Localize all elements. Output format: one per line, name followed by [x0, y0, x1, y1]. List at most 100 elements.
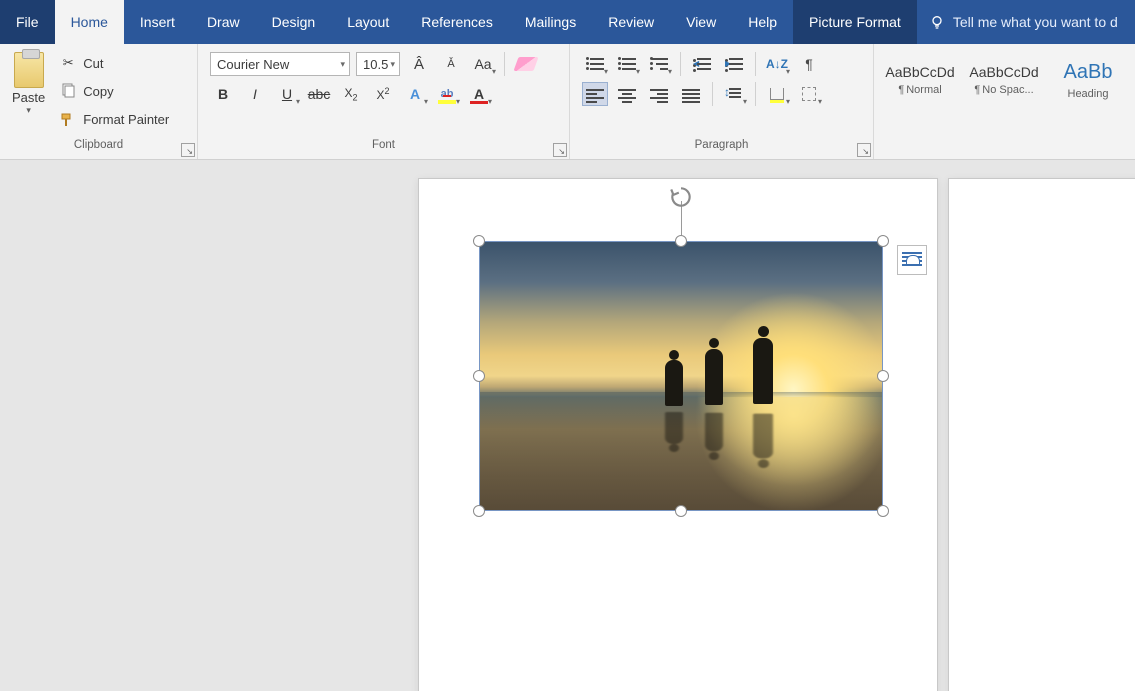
- copy-label: Copy: [83, 84, 113, 99]
- clear-formatting-button[interactable]: [513, 52, 539, 76]
- group-clipboard: Paste ▾ ✂ Cut Copy Form: [0, 44, 198, 159]
- paintbrush-icon: [59, 111, 77, 129]
- style-no-spacing[interactable]: AaBbCcDd ¶No Spac...: [964, 48, 1044, 112]
- font-name-combo[interactable]: Courier New ▾: [210, 52, 350, 76]
- chevron-down-icon: ▾: [340, 59, 345, 70]
- multilevel-list-button[interactable]: [646, 52, 672, 76]
- paint-bucket-icon: [770, 88, 784, 100]
- style-preview: AaBbCcDd: [885, 64, 954, 80]
- resize-handle-br[interactable]: [877, 505, 889, 517]
- align-right-button[interactable]: [646, 82, 672, 106]
- paste-button[interactable]: Paste ▾: [6, 48, 51, 135]
- justify-button[interactable]: [678, 82, 704, 106]
- group-label-font: Font: [198, 139, 569, 159]
- tab-home[interactable]: Home: [55, 0, 124, 44]
- chevron-down-icon: ▾: [390, 59, 395, 70]
- cut-button[interactable]: ✂ Cut: [55, 52, 173, 74]
- numbering-button[interactable]: [614, 52, 640, 76]
- document-canvas[interactable]: [0, 160, 1135, 691]
- highlight-button[interactable]: ab: [434, 82, 460, 106]
- font-size-value: 10.5: [363, 57, 388, 72]
- separator: [755, 82, 756, 106]
- resize-handle-b[interactable]: [675, 505, 687, 517]
- tab-layout[interactable]: Layout: [331, 0, 405, 44]
- copy-button[interactable]: Copy: [55, 80, 173, 102]
- align-center-button[interactable]: [614, 82, 640, 106]
- style-preview: AaBb: [1064, 61, 1113, 84]
- resize-handle-r[interactable]: [877, 370, 889, 382]
- sort-button[interactable]: A↓Z: [764, 52, 790, 76]
- clipboard-dialog-launcher[interactable]: ↘: [181, 143, 195, 157]
- style-normal[interactable]: AaBbCcDd ¶Normal: [880, 48, 960, 112]
- text-effects-button[interactable]: A: [402, 82, 428, 106]
- selected-picture[interactable]: [479, 241, 883, 511]
- increase-indent-button[interactable]: [721, 52, 747, 76]
- style-name: ¶Normal: [898, 84, 941, 96]
- group-label-paragraph: Paragraph: [570, 139, 873, 159]
- change-case-button[interactable]: Aa: [470, 52, 496, 76]
- font-color-button[interactable]: A: [466, 82, 492, 106]
- eraser-icon: [513, 57, 538, 71]
- grow-font-button[interactable]: Â: [406, 52, 432, 76]
- resize-handle-tr[interactable]: [877, 235, 889, 247]
- separator: [712, 82, 713, 106]
- separator: [504, 52, 505, 76]
- decrease-indent-button[interactable]: [689, 52, 715, 76]
- format-painter-button[interactable]: Format Painter: [55, 109, 173, 131]
- group-label-clipboard: Clipboard: [0, 139, 197, 159]
- style-preview: AaBbCcDd: [969, 64, 1038, 80]
- tab-picture-format[interactable]: Picture Format: [793, 0, 917, 44]
- separator: [680, 52, 681, 76]
- tab-review[interactable]: Review: [592, 0, 670, 44]
- borders-button[interactable]: [796, 82, 822, 106]
- paste-dropdown-icon[interactable]: ▾: [26, 105, 31, 116]
- shading-button[interactable]: [764, 82, 790, 106]
- italic-button[interactable]: I: [242, 82, 268, 106]
- tab-draw[interactable]: Draw: [191, 0, 256, 44]
- group-paragraph: A↓Z ¶ Paragraph ↘: [570, 44, 874, 159]
- paragraph-dialog-launcher[interactable]: ↘: [857, 143, 871, 157]
- tab-help[interactable]: Help: [732, 0, 793, 44]
- layout-options-icon: [902, 252, 922, 268]
- resize-handle-bl[interactable]: [473, 505, 485, 517]
- line-spacing-button[interactable]: [721, 82, 747, 106]
- borders-icon: [802, 87, 816, 101]
- format-painter-label: Format Painter: [83, 112, 169, 127]
- underline-button[interactable]: U: [274, 82, 300, 106]
- shrink-font-button[interactable]: Ǎ: [438, 52, 464, 76]
- group-font: Courier New ▾ 10.5 ▾ Â Ǎ Aa B I: [198, 44, 570, 159]
- resize-handle-tl[interactable]: [473, 235, 485, 247]
- group-styles: AaBbCcDd ¶Normal AaBbCcDd ¶No Spac... Aa…: [874, 44, 1135, 159]
- resize-handle-t[interactable]: [675, 235, 687, 247]
- picture-content: [479, 241, 883, 511]
- page-2[interactable]: [948, 178, 1135, 691]
- tab-mailings[interactable]: Mailings: [509, 0, 592, 44]
- strikethrough-button[interactable]: abc: [306, 82, 332, 106]
- superscript-button[interactable]: X2: [370, 82, 396, 106]
- ribbon: Paste ▾ ✂ Cut Copy Form: [0, 44, 1135, 160]
- subscript-button[interactable]: X2: [338, 82, 364, 106]
- rotation-handle[interactable]: [667, 183, 695, 211]
- ribbon-tabs: File Home Insert Draw Design Layout Refe…: [0, 0, 1135, 44]
- tab-design[interactable]: Design: [256, 0, 332, 44]
- align-left-button[interactable]: [582, 82, 608, 106]
- bold-button[interactable]: B: [210, 82, 236, 106]
- bullets-button[interactable]: [582, 52, 608, 76]
- font-size-combo[interactable]: 10.5 ▾: [356, 52, 400, 76]
- tab-insert[interactable]: Insert: [124, 0, 191, 44]
- show-marks-button[interactable]: ¶: [796, 52, 822, 76]
- paste-icon: [14, 52, 44, 88]
- tab-view[interactable]: View: [670, 0, 732, 44]
- copy-icon: [59, 82, 77, 100]
- resize-handle-l[interactable]: [473, 370, 485, 382]
- font-dialog-launcher[interactable]: ↘: [553, 143, 567, 157]
- cut-label: Cut: [83, 56, 103, 71]
- tell-me-search[interactable]: Tell me what you want to d: [917, 0, 1135, 44]
- tab-references[interactable]: References: [405, 0, 509, 44]
- layout-options-button[interactable]: [897, 245, 927, 275]
- paste-label: Paste: [12, 90, 45, 105]
- tab-file[interactable]: File: [0, 0, 55, 44]
- page-1[interactable]: [418, 178, 938, 691]
- style-heading1[interactable]: AaBb Heading: [1048, 48, 1128, 112]
- rotate-icon: [668, 184, 694, 210]
